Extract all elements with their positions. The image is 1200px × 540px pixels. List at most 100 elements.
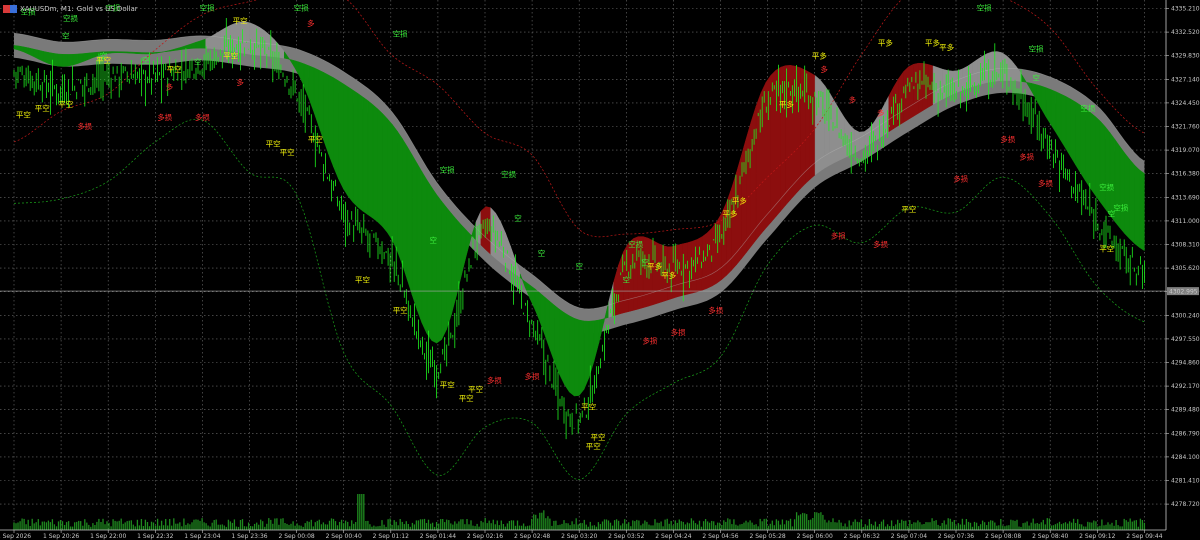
ribbon-segment bbox=[1134, 164, 1140, 249]
signal-close-short: 平空 bbox=[96, 55, 111, 65]
signal-close-short: 平空 bbox=[586, 441, 601, 451]
signal-close-long: 平多 bbox=[878, 37, 893, 47]
ribbon-segment bbox=[303, 63, 310, 99]
signal-close-short: 平空 bbox=[468, 384, 483, 394]
signal-close-long: 平多 bbox=[939, 42, 954, 52]
signal-long-stop: 多损 bbox=[873, 239, 888, 249]
signal-long-stop: 多损 bbox=[953, 173, 968, 183]
ribbon-segment bbox=[460, 224, 467, 277]
signal-short: 空 bbox=[62, 30, 70, 40]
time-tick-label: 2 Sep 03:20 bbox=[561, 533, 597, 540]
ribbon-segment bbox=[952, 70, 958, 95]
ribbon-segment bbox=[977, 55, 983, 86]
ribbon-segment bbox=[318, 69, 324, 141]
signal-long-stop: 多损 bbox=[671, 327, 686, 337]
signal-long: 多 bbox=[877, 108, 885, 118]
signal-close-short: 平空 bbox=[355, 274, 370, 284]
ribbon-segment bbox=[1119, 145, 1125, 235]
time-tick-label: 2 Sep 04:56 bbox=[702, 533, 738, 540]
price-tick-label: 4324.450 bbox=[1171, 100, 1200, 107]
signal-short-stop: 空损 bbox=[294, 2, 309, 12]
price-tick-label: 4305.620 bbox=[1171, 265, 1200, 272]
ribbon-segment bbox=[1065, 95, 1071, 158]
time-tick-label: 1 Sep 22:32 bbox=[137, 533, 173, 540]
signal-close-short: 平空 bbox=[440, 380, 455, 390]
time-tick-label: 2 Sep 01:12 bbox=[373, 533, 409, 540]
signal-close-long: 平多 bbox=[779, 99, 794, 109]
time-tick-label: 2 Sep 07:36 bbox=[938, 533, 974, 540]
signal-short: 空 bbox=[575, 261, 583, 271]
signal-close-short: 平空 bbox=[280, 147, 295, 157]
signal-close-short: 平空 bbox=[459, 393, 474, 403]
ribbon-segment bbox=[362, 96, 369, 216]
ribbon-segment bbox=[574, 317, 580, 397]
ribbon-segment bbox=[1055, 91, 1062, 142]
signal-long-stop: 多损 bbox=[642, 336, 657, 346]
ribbon-segment bbox=[377, 108, 383, 228]
signal-close-short: 平空 bbox=[266, 138, 281, 148]
signal-long-stop: 多损 bbox=[1000, 134, 1015, 144]
signal-short: 空 bbox=[623, 274, 631, 284]
time-tick-label: 2 Sep 08:08 bbox=[985, 533, 1021, 540]
price-tick-label: 4327.140 bbox=[1171, 76, 1200, 83]
ribbon-segment bbox=[1099, 120, 1106, 210]
price-tick-label: 4311.000 bbox=[1171, 218, 1200, 225]
chart-area[interactable]: 空损 空损 空损 空损 空损 空损 空损 空损 空损 空损 空损 空损 空损 空损空空空空空空空空空空空空… bbox=[0, 0, 1200, 540]
ribbon-segment bbox=[539, 292, 546, 335]
ribbon-segment bbox=[402, 137, 408, 280]
ribbon-segment bbox=[269, 34, 275, 58]
time-tick-label: 2 Sep 00:08 bbox=[278, 533, 314, 540]
signal-close-short: 平空 bbox=[233, 16, 248, 26]
ribbon-segment bbox=[62, 54, 69, 67]
price-tick-label: 4294.860 bbox=[1171, 360, 1200, 367]
time-tick-label: 2 Sep 01:44 bbox=[420, 533, 456, 540]
ribbon-segment bbox=[805, 69, 811, 185]
signal-short: 空 bbox=[194, 57, 202, 67]
ribbon-segment bbox=[121, 51, 128, 54]
time-tick-label: 2 Sep 09:12 bbox=[1079, 533, 1115, 540]
ribbon-segment bbox=[529, 284, 536, 310]
ribbon-segment bbox=[411, 153, 418, 310]
ribbon-segment bbox=[126, 51, 133, 54]
time-tick-label: 2 Sep 03:52 bbox=[608, 533, 644, 540]
price-chart[interactable]: 空损空损空损 空损 空损空损空损 空损空损空损空损空损空损空损空空空空空空空空空空空空… bbox=[0, 0, 1200, 540]
signal-long: 多 bbox=[307, 18, 315, 28]
ribbon-segment bbox=[57, 53, 64, 67]
ribbon-segment bbox=[1031, 82, 1037, 101]
time-tick-label: 2 Sep 05:28 bbox=[749, 533, 785, 540]
ribbon-segment bbox=[588, 320, 595, 378]
signal-close-short: 平空 bbox=[16, 109, 31, 119]
signal-short-stop: 空损 bbox=[1080, 103, 1095, 113]
ribbon-segment bbox=[760, 82, 767, 235]
signal-short-stop: 空损 bbox=[1113, 202, 1128, 212]
time-tick-label: 2 Sep 02:16 bbox=[467, 533, 503, 540]
ribbon-segment bbox=[441, 200, 447, 340]
time-tick-label: 1 Sep 22:00 bbox=[90, 533, 126, 540]
ribbon-segment bbox=[397, 130, 403, 265]
time-tick-label: 2 Sep 00:40 bbox=[326, 533, 362, 540]
ribbon-segment bbox=[859, 131, 865, 151]
signal-close-short: 平空 bbox=[308, 134, 323, 144]
ribbon-segment bbox=[338, 80, 344, 189]
signal-short: 空 bbox=[538, 248, 546, 258]
ribbon-segment bbox=[136, 52, 143, 55]
ribbon-segment bbox=[357, 93, 364, 212]
ribbon-segment bbox=[1080, 104, 1086, 182]
ribbon-segment bbox=[77, 53, 84, 64]
signal-close-long: 平多 bbox=[647, 261, 662, 271]
ribbon-segment bbox=[406, 145, 413, 295]
signal-close-short: 平空 bbox=[591, 432, 606, 442]
ribbon-segment bbox=[495, 212, 501, 264]
current-price-label: 4302.995 bbox=[1169, 288, 1198, 295]
ribbon-segment bbox=[746, 121, 752, 254]
signal-short-stop: 空损 bbox=[1099, 182, 1115, 192]
ribbon-segment bbox=[893, 77, 899, 130]
ribbon-segment bbox=[1070, 98, 1076, 166]
ribbon-segment bbox=[1045, 87, 1052, 126]
price-tick-label: 4297.550 bbox=[1171, 336, 1200, 343]
ribbon-segment bbox=[677, 243, 683, 298]
signal-long: 多 bbox=[849, 95, 857, 105]
ribbon-segment bbox=[918, 62, 924, 114]
ribbon-segment bbox=[372, 104, 378, 223]
ribbon-segment bbox=[446, 206, 452, 330]
